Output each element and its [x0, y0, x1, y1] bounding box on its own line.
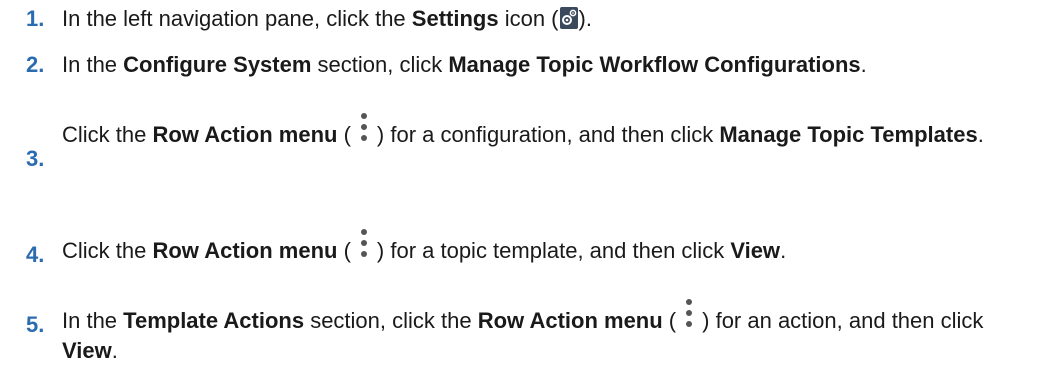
- text: (: [337, 122, 351, 147]
- ui-term: View: [730, 238, 781, 263]
- step-text: Click the Row Action menu ( ) for a confi…: [62, 106, 1032, 150]
- step-number: 1.: [26, 6, 45, 31]
- ui-term: Template Actions: [123, 308, 305, 333]
- text: ).: [578, 6, 592, 31]
- text: .: [860, 52, 867, 77]
- text: (: [662, 308, 677, 333]
- step-number: 3.: [26, 146, 45, 171]
- row-action-kebab-icon: [353, 106, 375, 150]
- text: .: [111, 338, 118, 363]
- step-text: Click the Row Action menu ( ) for a topic…: [62, 222, 1032, 266]
- step-number: 4.: [26, 242, 45, 267]
- text: section, click: [311, 52, 449, 77]
- text: ) for an action, and then click: [702, 308, 984, 333]
- text: ) for a configuration, and then click: [376, 122, 720, 147]
- ui-term: Manage Topic Workflow Configurations: [448, 52, 861, 77]
- step-text: In the Configure System section, click M…: [62, 50, 1032, 79]
- text: section, click the: [304, 308, 478, 333]
- ui-term: View: [62, 338, 112, 363]
- ui-term: Manage Topic Templates: [719, 122, 978, 147]
- step-text: In the Template Actions section, click t…: [62, 292, 1032, 365]
- text: .: [780, 238, 787, 263]
- step-number: 5.: [26, 312, 45, 337]
- text: In the left navigation pane, click the: [62, 6, 412, 31]
- settings-gear-icon: [559, 7, 578, 29]
- text: In the: [62, 308, 124, 333]
- text: In the: [62, 52, 124, 77]
- row-action-kebab-icon: [353, 222, 375, 266]
- step-text: In the left navigation pane, click the S…: [62, 4, 1032, 33]
- text: (: [337, 238, 351, 263]
- ui-term: Row Action menu: [152, 122, 338, 147]
- text: Click the: [62, 122, 153, 147]
- ui-term: Row Action menu: [477, 308, 663, 333]
- row-action-kebab-icon: [678, 292, 700, 336]
- ui-term: Row Action menu: [152, 238, 338, 263]
- step-number: 2.: [26, 52, 45, 77]
- ui-term: Settings: [411, 6, 499, 31]
- text: icon (: [498, 6, 559, 31]
- text: ) for a topic template, and then click: [376, 238, 731, 263]
- text: Click the: [62, 238, 153, 263]
- text: .: [977, 122, 984, 147]
- procedure-steps: 1. In the left navigation pane, click th…: [0, 0, 1042, 386]
- ui-term: Configure System: [123, 52, 312, 77]
